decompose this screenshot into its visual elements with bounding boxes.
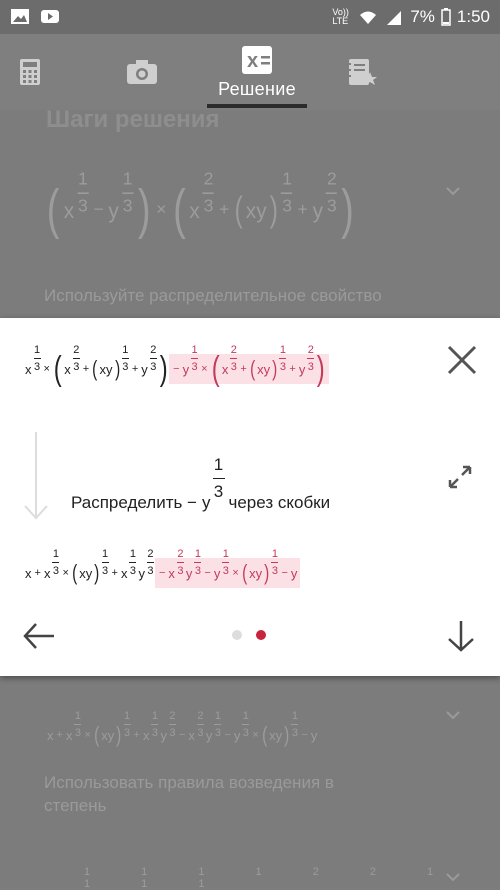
pagination-dot-1[interactable] (232, 630, 242, 640)
youtube-icon (41, 10, 59, 23)
active-tab-indicator (207, 104, 307, 108)
step-description-suffix: через скобки (228, 492, 331, 512)
arrow-left-icon[interactable] (22, 621, 56, 651)
tab-notes[interactable] (342, 34, 382, 110)
bg-step2-instruction-line2: степень (44, 796, 107, 815)
steps-title: Шаги решения (46, 106, 220, 133)
chevron-down-icon[interactable] (446, 184, 460, 198)
pagination-dot-2-active[interactable] (256, 630, 266, 640)
chevron-down-icon[interactable] (446, 708, 460, 722)
bg-step2-instruction-line1: Использовать правила возведения в (44, 773, 334, 792)
arrow-down-icon[interactable] (446, 619, 476, 653)
expand-icon[interactable] (446, 463, 474, 491)
step-description-var: y (202, 492, 211, 512)
svg-text:x: x (247, 50, 258, 72)
step-flow-arrow-icon (24, 432, 48, 520)
exponent-denominator: 3 (213, 482, 224, 501)
step-description-exponent: 1 3 (212, 455, 225, 501)
tab-solution-label: Решение (218, 78, 296, 99)
tab-solution[interactable]: x Решение (207, 34, 307, 110)
expression-before: x 13 × (x 23 +(xy) 13 + y 23 ) − y 13 × (x… (24, 344, 329, 386)
expression-after: x + x 13 ×(xy) 13 + x 13 y 23 − x 23 y 13 − y… (24, 548, 301, 588)
calculator-icon (20, 59, 40, 85)
signal-icon (387, 10, 402, 25)
camera-icon (127, 60, 157, 84)
bg-step3-expression-partial: 1 1 1 1 2 2 1 1 1 1 (84, 866, 458, 890)
battery-icon (441, 8, 451, 26)
exponent-numerator: 1 (213, 455, 224, 474)
wifi-icon (360, 11, 377, 24)
step-description: Распределить − y 1 3 через скобки (71, 456, 331, 525)
highlighted-term: − y 13 × (x 23 +(xy) 13 + y 23 ) (169, 344, 329, 386)
step-detail-dialog: x 13 × (x 23 +(xy) 13 + y 23 ) − y 13 × (x… (0, 318, 500, 676)
network-label: Vo)) LTE (332, 7, 349, 26)
notebook-star-icon (347, 59, 377, 85)
gallery-icon (11, 9, 29, 24)
highlighted-result: − x 23 y 13 − y 13 ×(xy) 13 − y (154, 548, 301, 588)
battery-percent: 7% (410, 7, 435, 26)
bg-step2-expression: x + x 13 ×(xy) 13 + x 13 y 23 − x 23 y 13 − y… (47, 709, 318, 748)
solution-icon: x (242, 45, 272, 74)
app-bar: x Решение (0, 34, 500, 110)
step-description-prefix: Распределить − (71, 492, 197, 512)
close-icon[interactable] (446, 344, 478, 376)
status-bar: Vo)) LTE 7% 1:50 (0, 0, 500, 34)
tab-camera[interactable] (122, 34, 162, 110)
step-pagination (232, 630, 266, 640)
tab-calculator[interactable] (10, 34, 50, 110)
clock: 1:50 (456, 7, 490, 26)
bg-step1-expression: (x 13 − y 13 ) × (x 23 +(xy) 13 + y 23 ) (46, 169, 355, 241)
bg-step1-instruction: Используйте распределительное свойство (44, 286, 382, 305)
